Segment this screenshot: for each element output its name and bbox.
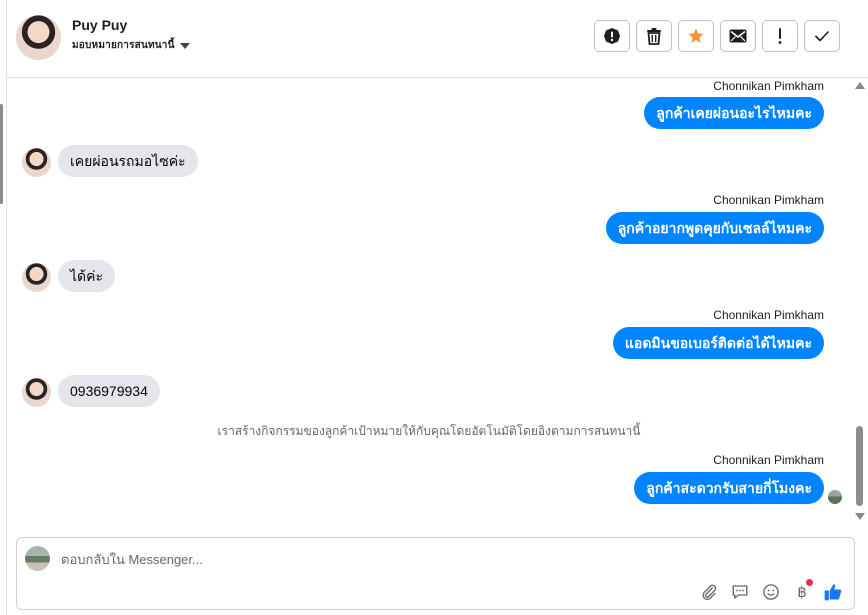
mark-unread-button[interactable] <box>720 20 756 52</box>
thumbs-up-icon <box>824 584 842 601</box>
payment-button[interactable]: ฿ <box>791 579 813 603</box>
emoji-icon <box>763 584 779 600</box>
conversation-header: Puy Puy มอบหมายการสนทนานี้ <box>6 0 868 78</box>
checkmark-icon <box>814 30 830 42</box>
reply-composer: ฿ <box>16 537 855 610</box>
report-spam-button[interactable] <box>594 20 630 52</box>
envelope-icon <box>729 29 747 43</box>
saved-replies-button[interactable] <box>729 581 751 603</box>
exclamation-circle-icon <box>604 28 620 44</box>
message-sender-name: Chonnikan Pimkham <box>713 79 824 93</box>
outgoing-message-bubble[interactable]: ลูกค้าอยากพูดคุยกับเซลล์ไหมคะ <box>605 212 824 244</box>
star-button[interactable] <box>678 20 714 52</box>
follow-up-button[interactable] <box>762 20 798 52</box>
incoming-message-bubble[interactable]: เคยผ่อนรถมอไซค่ะ <box>58 145 198 177</box>
scroll-up-arrow-icon[interactable] <box>855 82 865 89</box>
trash-icon <box>647 28 661 45</box>
contact-name[interactable]: Puy Puy <box>72 17 127 33</box>
outgoing-message-bubble[interactable]: ลูกค้าสะดวกรับสายกี่โมงคะ <box>634 472 824 504</box>
system-notice: เราสร้างกิจกรรมของลูกค้าเป้าหมายให้กับคุ… <box>217 424 641 438</box>
contact-avatar-small[interactable] <box>22 263 51 292</box>
message-sender-name: Chonnikan Pimkham <box>713 308 824 322</box>
like-button[interactable] <box>822 581 844 603</box>
incoming-message-bubble[interactable]: 0936979934 <box>58 375 160 407</box>
message-sender-name: Chonnikan Pimkham <box>713 193 824 207</box>
outgoing-message-bubble[interactable]: แอดมินขอเบอร์ติดต่อได้ไหมคะ <box>612 327 824 359</box>
assign-conversation-label: มอบหมายการสนทนานี้ <box>72 40 175 51</box>
scroll-down-arrow-icon[interactable] <box>855 513 865 520</box>
scrollbar-thumb[interactable] <box>856 426 863 506</box>
contact-avatar-small[interactable] <box>22 378 51 407</box>
star-icon <box>688 28 704 43</box>
assign-conversation-dropdown[interactable]: มอบหมายการสนทนานี้ <box>72 38 190 53</box>
notification-dot <box>806 579 813 586</box>
baht-payment-icon: ฿ <box>797 583 807 601</box>
caret-down-icon <box>179 43 190 49</box>
emoji-button[interactable] <box>760 581 782 603</box>
left-panel-scroll-thumb[interactable] <box>0 104 3 204</box>
conversation-toolbar <box>594 20 840 52</box>
outgoing-message-bubble[interactable]: ลูกค้าเคยผ่อนอะไรไหมคะ <box>644 97 824 129</box>
reply-input[interactable] <box>61 548 701 570</box>
mark-done-button[interactable] <box>804 20 840 52</box>
incoming-message-bubble[interactable]: ได้ค่ะ <box>58 260 116 292</box>
composer-actions: ฿ <box>698 579 844 603</box>
thread-scrollbar[interactable] <box>852 78 868 526</box>
contact-avatar-small[interactable] <box>22 148 51 177</box>
attach-file-button[interactable] <box>698 581 720 603</box>
message-sender-name: Chonnikan Pimkham <box>713 453 824 467</box>
contact-avatar[interactable] <box>16 15 61 60</box>
exclamation-icon <box>778 28 782 44</box>
seen-indicator-avatar <box>828 490 842 504</box>
message-thread[interactable]: Chonnikan Pimkham ลูกค้าเคยผ่อนอะไรไหมคะ… <box>6 78 852 526</box>
paperclip-icon <box>702 584 717 601</box>
delete-button[interactable] <box>636 20 672 52</box>
saved-reply-icon <box>732 585 748 599</box>
page-avatar <box>25 546 50 571</box>
